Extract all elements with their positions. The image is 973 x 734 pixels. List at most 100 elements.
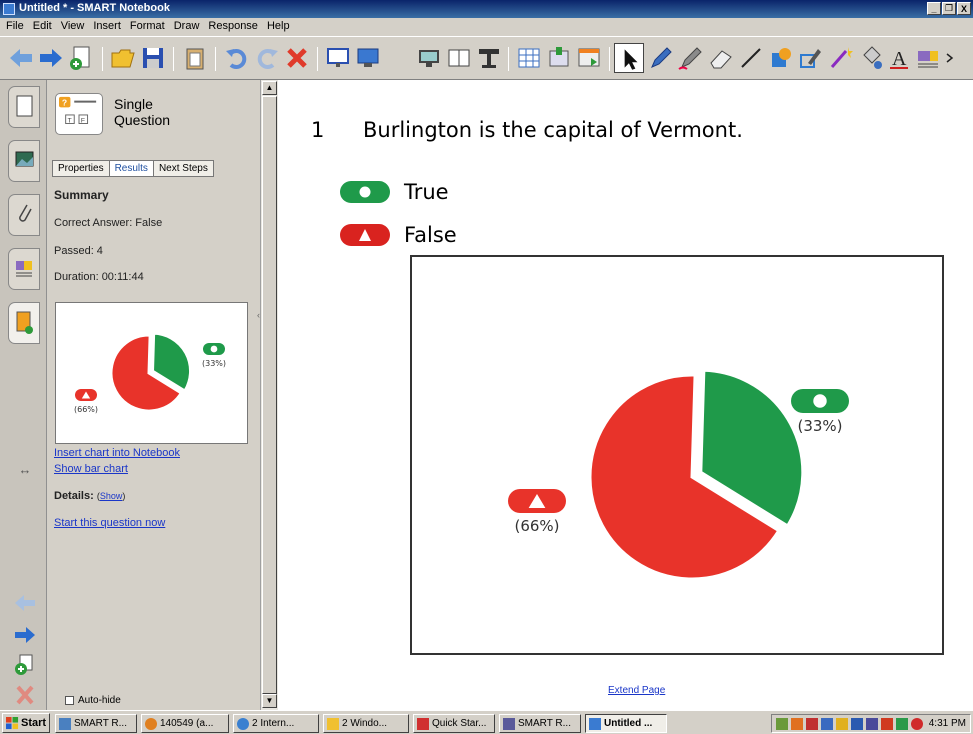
taskbar: Start SMART R... 140549 (a... 2 Intern..…: [0, 710, 973, 734]
tray-icon[interactable]: [821, 718, 833, 730]
add-page-icon[interactable]: [66, 43, 96, 73]
notebook-page[interactable]: 1 Burlington is the capital of Vermont. …: [278, 80, 973, 710]
toolbar-more-icon[interactable]: [944, 43, 956, 73]
tab-results[interactable]: Results: [108, 160, 154, 177]
tray-icon[interactable]: [836, 718, 848, 730]
panel-scrollbar[interactable]: ▲ ▼: [260, 80, 278, 710]
menu-insert[interactable]: Insert: [89, 18, 126, 36]
details-label: Details:: [54, 490, 94, 502]
forward-arrow-icon[interactable]: [36, 43, 66, 73]
add-page-icon[interactable]: [13, 654, 37, 676]
properties-icon[interactable]: [914, 43, 944, 73]
details-show-link[interactable]: Show: [100, 491, 123, 501]
insert-chart-link[interactable]: Insert chart into Notebook: [54, 447, 180, 459]
tray-icon[interactable]: [806, 718, 818, 730]
response-icon[interactable]: [574, 43, 604, 73]
taskbar-windows-explorer[interactable]: 2 Windo...: [323, 714, 409, 733]
answer-false[interactable]: False: [340, 223, 457, 247]
tray-icon[interactable]: [911, 718, 923, 730]
menu-response[interactable]: Response: [204, 18, 263, 36]
tray-icon[interactable]: [791, 718, 803, 730]
menu-format[interactable]: Format: [126, 18, 170, 36]
screen-shade-icon[interactable]: [323, 43, 353, 73]
gallery-tab[interactable]: [8, 140, 40, 182]
text-icon[interactable]: A: [884, 43, 914, 73]
line-icon[interactable]: [736, 43, 766, 73]
taskbar-quick-start[interactable]: Quick Star...: [413, 714, 495, 733]
menu-help[interactable]: Help: [263, 18, 295, 36]
delete-icon[interactable]: [282, 43, 312, 73]
collapse-toggle-icon[interactable]: ↔: [13, 462, 37, 484]
start-question-link[interactable]: Start this question now: [54, 517, 165, 529]
undo-icon[interactable]: [222, 43, 252, 73]
display-icon[interactable]: [414, 43, 444, 73]
screen-capture-icon[interactable]: [474, 43, 504, 73]
taskbar-smart-notebook[interactable]: Untitled ...: [585, 714, 667, 733]
window-controls: _ ❐ X: [927, 2, 971, 15]
response-tab[interactable]: [8, 302, 40, 344]
correct-answer-text: Correct Answer: False: [54, 217, 163, 229]
passed-count-text: Passed: 4: [54, 245, 103, 257]
svg-text:?: ?: [62, 97, 67, 107]
panel-resize-grip[interactable]: ‹: [257, 310, 260, 320]
redo-icon[interactable]: [252, 43, 282, 73]
fill-icon[interactable]: [856, 43, 886, 73]
circle-symbol-icon: [813, 394, 827, 408]
pen-icon[interactable]: [646, 43, 676, 73]
start-button[interactable]: Start: [2, 713, 50, 733]
details-paren-close: ): [122, 491, 126, 501]
shapes-icon[interactable]: [766, 43, 796, 73]
scroll-thumb[interactable]: [262, 96, 277, 694]
taskbar-internet-explorer[interactable]: 2 Intern...: [233, 714, 319, 733]
start-label: Start: [21, 717, 47, 729]
results-pie-chart[interactable]: (33%) (66%): [410, 255, 944, 655]
restore-button[interactable]: ❐: [942, 2, 956, 15]
tab-next-steps[interactable]: Next Steps: [152, 160, 214, 177]
autohide-checkbox[interactable]: [65, 696, 74, 705]
menu-bar: File Edit View Insert Format Draw Respon…: [0, 18, 973, 36]
taskbar-firefox[interactable]: 140549 (a...: [141, 714, 229, 733]
delete-page-icon[interactable]: [13, 684, 37, 706]
answer-true[interactable]: True: [340, 180, 449, 204]
tray-icon[interactable]: [776, 718, 788, 730]
tray-icon[interactable]: [896, 718, 908, 730]
next-page-icon[interactable]: [13, 624, 37, 646]
tray-icon[interactable]: [866, 718, 878, 730]
creative-pen-icon[interactable]: [676, 43, 706, 73]
menu-view[interactable]: View: [57, 18, 90, 36]
menu-draw[interactable]: Draw: [170, 18, 205, 36]
properties-tab[interactable]: [8, 248, 40, 290]
tray-icon[interactable]: [851, 718, 863, 730]
eraser-icon[interactable]: [706, 43, 736, 73]
save-icon[interactable]: [138, 43, 168, 73]
taskbar-smart-recorder[interactable]: SMART R...: [55, 714, 137, 733]
close-button[interactable]: X: [957, 2, 971, 15]
autohide-control[interactable]: Auto-hide: [65, 695, 121, 706]
menu-edit[interactable]: Edit: [29, 18, 57, 36]
open-folder-icon[interactable]: [108, 43, 138, 73]
tray-icon[interactable]: [881, 718, 893, 730]
panel-tabs: Properties Results Next Steps: [52, 160, 214, 177]
page-sorter-tab[interactable]: [8, 86, 40, 128]
scroll-up-button[interactable]: ▲: [262, 81, 277, 95]
magic-pen-icon[interactable]: [826, 43, 856, 73]
dual-page-icon[interactable]: [444, 43, 474, 73]
taskbar-item-label: Quick Star...: [432, 718, 487, 729]
previous-page-icon[interactable]: [13, 592, 37, 614]
minimize-button[interactable]: _: [927, 2, 941, 15]
show-bar-chart-link[interactable]: Show bar chart: [54, 463, 128, 475]
taskbar-smart-response[interactable]: SMART R...: [499, 714, 581, 733]
window-title: Untitled * - SMART Notebook: [19, 2, 170, 14]
menu-file[interactable]: File: [2, 18, 29, 36]
insert-slide-icon[interactable]: [544, 43, 574, 73]
paste-icon[interactable]: [180, 43, 210, 73]
full-screen-icon[interactable]: [353, 43, 383, 73]
scroll-down-button[interactable]: ▼: [262, 694, 277, 708]
back-arrow-icon[interactable]: [6, 43, 36, 73]
attachments-tab[interactable]: [8, 194, 40, 236]
extend-page-link[interactable]: Extend Page: [608, 685, 665, 696]
shape-recognition-pen-icon[interactable]: [796, 43, 826, 73]
select-cursor-icon[interactable]: [614, 43, 644, 73]
table-icon[interactable]: [514, 43, 544, 73]
tab-properties[interactable]: Properties: [52, 160, 110, 177]
